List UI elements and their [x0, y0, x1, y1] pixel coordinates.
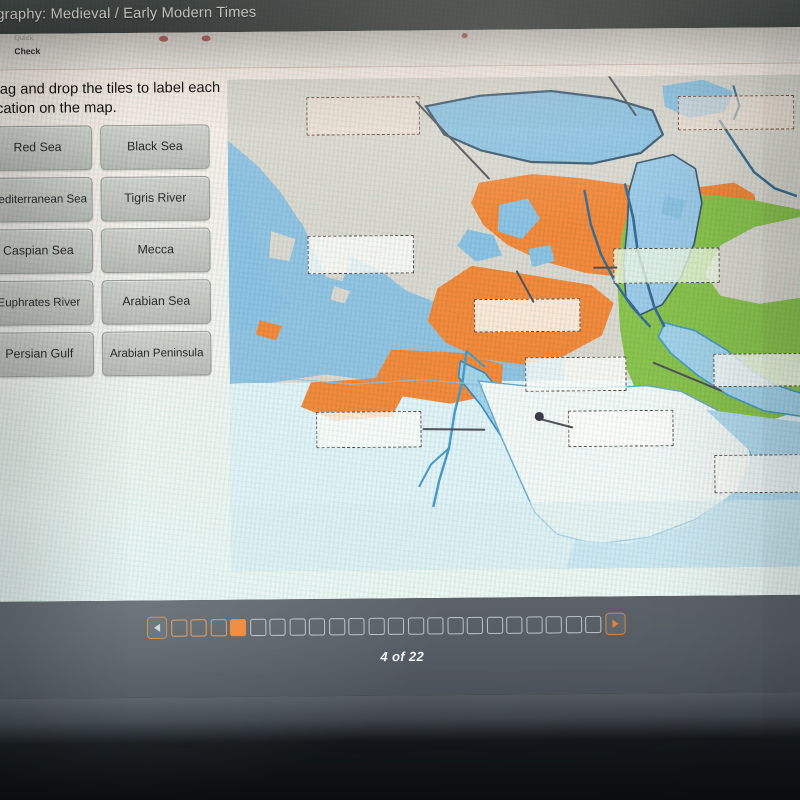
tile-caspian-sea[interactable]: Caspian Sea — [0, 228, 94, 275]
next-page-button[interactable] — [604, 612, 626, 636]
pagination-bar: 4 of 22 — [0, 594, 800, 700]
dropzone-persia[interactable] — [613, 247, 720, 284]
tile-euphrates-river[interactable]: Euphrates River — [0, 280, 94, 326]
page-square-18[interactable] — [506, 616, 523, 634]
tile-black-sea[interactable]: Black Sea — [100, 124, 210, 170]
quick-check-button[interactable]: Check — [14, 46, 40, 56]
tile-arabian-sea[interactable]: Arabian Sea — [101, 279, 212, 325]
page-square-19[interactable] — [525, 615, 543, 634]
page-square-5[interactable] — [249, 618, 266, 636]
page-square-16[interactable] — [466, 616, 484, 634]
page-square-7[interactable] — [289, 617, 306, 636]
tile-mediterranean-sea[interactable]: Mediterranean Sea — [0, 176, 93, 223]
dropzone-mecca[interactable] — [568, 409, 674, 448]
app-screen: eography: Medieval / Early Modern Times … — [0, 0, 800, 602]
page-square-3[interactable] — [210, 618, 227, 636]
dropzone-tigris-river[interactable] — [474, 298, 581, 333]
chevron-left-icon — [154, 623, 161, 632]
activity-content: Drag and drop the tiles to label each lo… — [0, 63, 800, 602]
page-square-11[interactable] — [367, 617, 385, 635]
page-status-label: 4 of 22 — [380, 648, 425, 665]
dropzone-persian-gulf[interactable] — [713, 352, 800, 388]
dropzone-mediterranean-sea[interactable] — [307, 234, 415, 275]
tile-arabian-peninsula[interactable]: Arabian Peninsula — [101, 330, 212, 377]
dropzone-caspian-sea[interactable] — [677, 94, 795, 131]
tile-red-sea[interactable]: Red Sea — [0, 125, 93, 171]
bezel-sheen — [0, 691, 800, 726]
tile-bank: Red Sea Black Sea Mediterranean Sea Tigr… — [0, 124, 228, 378]
page-square-12[interactable] — [387, 617, 405, 635]
tile-persian-gulf[interactable]: Persian Gulf — [0, 331, 95, 378]
toolbar-marker-icon-2 — [201, 35, 211, 42]
page-square-8[interactable] — [308, 617, 326, 636]
previous-page-button[interactable] — [146, 616, 168, 640]
dropzone-black-sea[interactable] — [306, 96, 420, 136]
page-title: eography: Medieval / Early Modern Times — [0, 4, 257, 24]
page-square-2[interactable] — [190, 618, 207, 637]
page-square-1[interactable] — [170, 618, 188, 637]
map-image — [227, 74, 800, 572]
page-square-20[interactable] — [545, 615, 562, 634]
page-square-10[interactable] — [348, 617, 365, 635]
quick-check-sublabel: Quick — [14, 34, 34, 43]
page-square-14[interactable] — [427, 616, 444, 635]
page-square-21[interactable] — [565, 615, 582, 633]
dropzone-arabian-sea[interactable] — [714, 454, 800, 494]
tile-mecca[interactable]: Mecca — [100, 227, 211, 274]
pagination-controls — [146, 612, 626, 640]
page-square-22[interactable] — [585, 615, 602, 633]
dropzone-euphrates-river[interactable] — [525, 356, 627, 392]
toolbar-marker-icon-3 — [461, 33, 468, 39]
page-square-15[interactable] — [446, 616, 464, 634]
page-square-9[interactable] — [328, 617, 345, 635]
page-square-6[interactable] — [269, 618, 286, 636]
dropzone-red-sea[interactable] — [316, 410, 422, 449]
laptop-bezel — [0, 691, 800, 800]
tile-tigris-river[interactable]: Tigris River — [100, 175, 211, 222]
page-square-13[interactable] — [407, 616, 424, 635]
photo-of-laptop-screen: eography: Medieval / Early Modern Times … — [0, 0, 800, 800]
page-square-17[interactable] — [486, 616, 503, 634]
chevron-right-icon — [611, 619, 619, 628]
page-square-4[interactable] — [229, 618, 247, 636]
toolbar-marker-icon-1 — [158, 35, 169, 42]
mecca-city-marker-icon — [534, 411, 544, 422]
instructions-text: Drag and drop the tiles to label each lo… — [0, 79, 221, 117]
